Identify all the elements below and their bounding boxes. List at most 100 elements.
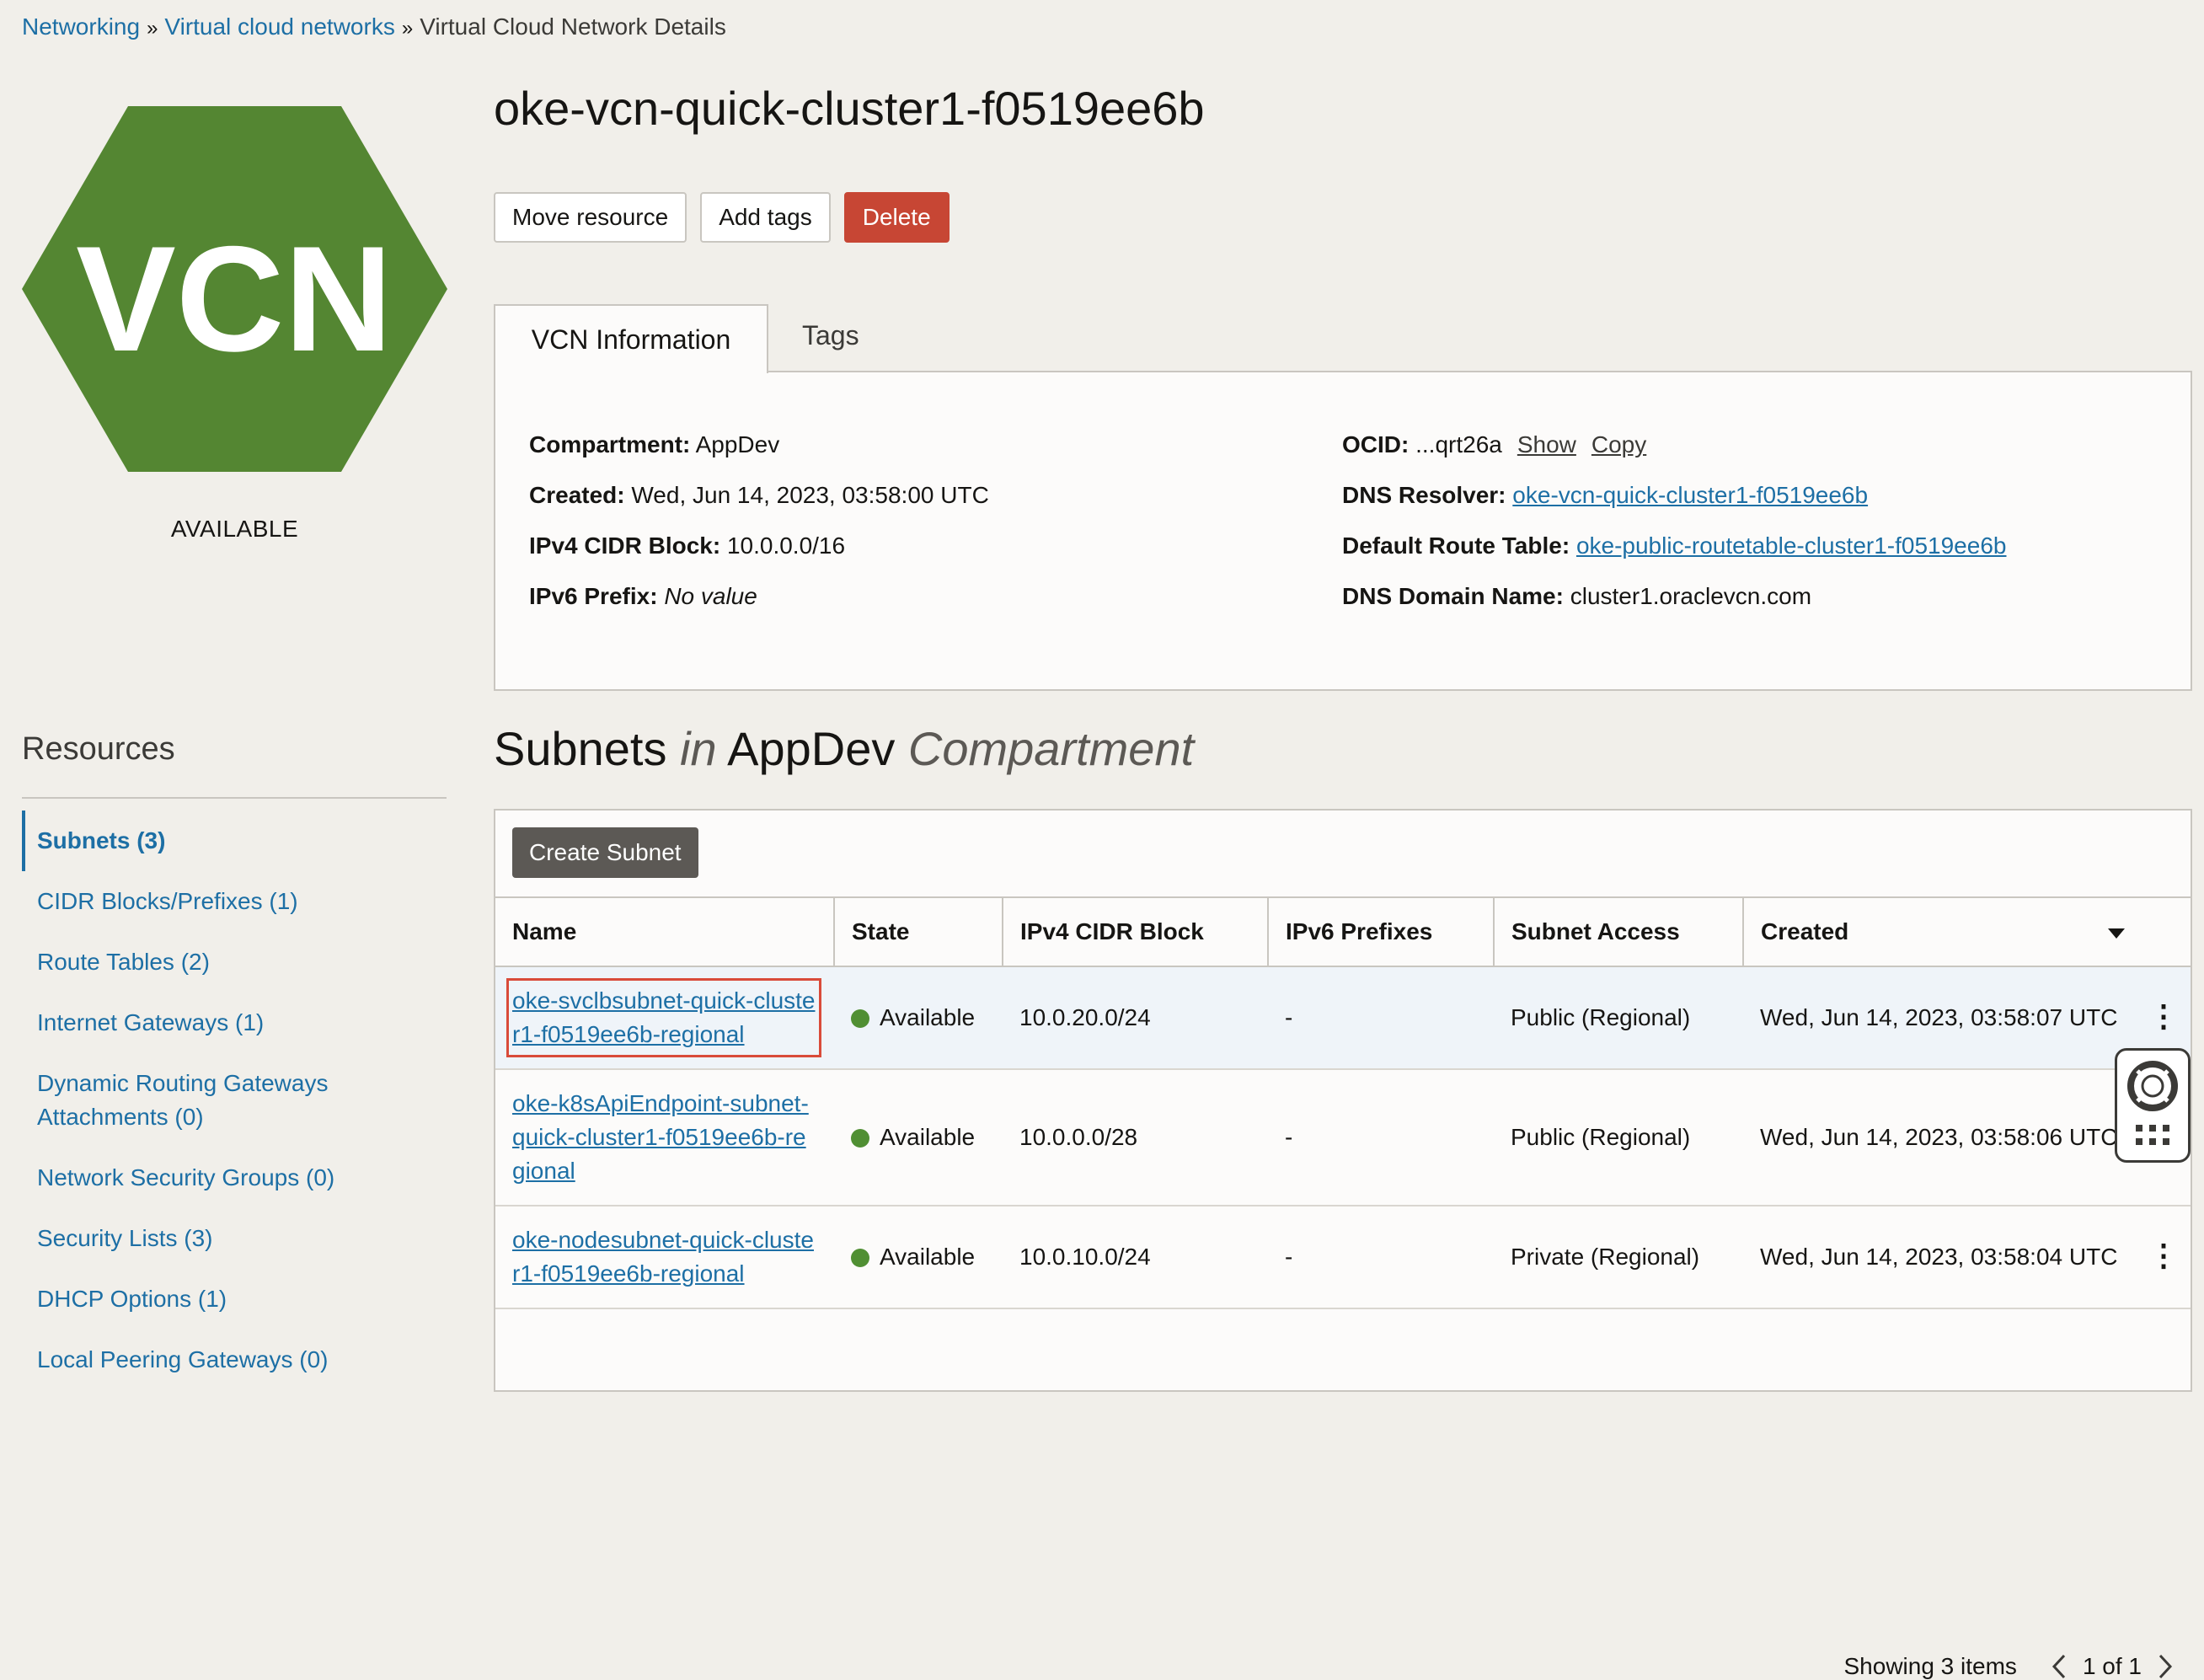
subnets-panel: Create Subnet Name State IPv4 CIDR Block… <box>494 809 2192 1679</box>
ipv6-label: IPv6 Prefix: <box>529 583 658 609</box>
breadcrumb-virtual-cloud-networks[interactable]: Virtual cloud networks <box>164 13 394 40</box>
ocid-value: ...qrt26a <box>1415 431 1502 457</box>
route-table-label: Default Route Table: <box>1342 532 1570 559</box>
resources-nav: Subnets (3) CIDR Blocks/Prefixes (1) Rou… <box>22 811 447 1404</box>
subnet-ipv6: - <box>1268 1206 1494 1309</box>
chevron-right-icon[interactable] <box>2157 1653 2174 1680</box>
subnets-heading-in: in <box>680 722 717 775</box>
nav-item-route-tables[interactable]: Route Tables (2) <box>22 945 447 979</box>
chevron-left-icon[interactable] <box>2051 1653 2068 1680</box>
page-indicator: 1 of 1 <box>2082 1653 2142 1679</box>
subnet-name-link[interactable]: oke-k8sApiEndpoint-subnet-quick-cluster1… <box>512 1087 816 1188</box>
info-created: Created: Wed, Jun 14, 2023, 03:58:00 UTC <box>529 482 989 509</box>
sort-caret-icon[interactable] <box>2108 928 2125 939</box>
dns-resolver-link[interactable]: oke-vcn-quick-cluster1-f0519ee6b <box>1512 482 1868 508</box>
column-header-created[interactable]: Created <box>1743 896 2191 967</box>
status-dot-icon <box>851 1009 869 1028</box>
create-subnet-button[interactable]: Create Subnet <box>512 827 698 878</box>
nav-item-security-lists[interactable]: Security Lists (3) <box>22 1222 447 1255</box>
column-header-state[interactable]: State <box>834 896 1003 967</box>
subnet-state-label: Available <box>880 1244 976 1270</box>
ipv4-label: IPv4 CIDR Block: <box>529 532 721 559</box>
tab-tags[interactable]: Tags <box>802 320 859 351</box>
subnet-state: Available <box>834 966 1003 1070</box>
nav-item-subnets[interactable]: Subnets (3) <box>22 811 447 871</box>
subnet-state: Available <box>834 1206 1003 1309</box>
column-header-created-label: Created <box>1761 918 1849 944</box>
kebab-menu-icon[interactable]: ⋮ <box>2148 1001 2179 1031</box>
move-resource-button[interactable]: Move resource <box>494 192 687 243</box>
items-count: Showing 3 items <box>1843 1653 2017 1679</box>
subnet-created-cell: Wed, Jun 14, 2023, 03:58:04 UTC ⋮ <box>1743 1206 2191 1309</box>
vcn-hexagon-label: VCN <box>76 215 393 383</box>
subnet-ipv4: 10.0.10.0/24 <box>1003 1206 1268 1309</box>
subnet-state-label: Available <box>880 1004 976 1030</box>
info-default-route-table: Default Route Table: oke-public-routetab… <box>1342 532 2006 559</box>
ipv4-value: 10.0.0.0/16 <box>726 532 846 559</box>
subnet-access: Public (Regional) <box>1494 1069 1743 1206</box>
tab-vcn-information[interactable]: VCN Information <box>494 304 768 373</box>
subnet-created: Wed, Jun 14, 2023, 03:58:06 UTC <box>1760 1124 2118 1150</box>
breadcrumb-separator: » <box>147 17 158 40</box>
breadcrumb: Networking » Virtual cloud networks » Virtua… <box>22 12 726 44</box>
lifebuoy-icon[interactable] <box>2117 1051 2188 1160</box>
breadcrumb-networking[interactable]: Networking <box>22 13 140 40</box>
column-header-ipv4[interactable]: IPv4 CIDR Block <box>1003 896 1269 967</box>
subnets-heading-main: Subnets <box>494 722 667 775</box>
subnet-state: Available <box>834 1069 1003 1206</box>
breadcrumb-current: Virtual Cloud Network Details <box>420 13 726 40</box>
subnets-heading: Subnets in AppDev Compartment <box>494 721 1194 776</box>
column-header-name[interactable]: Name <box>495 896 835 967</box>
column-header-access[interactable]: Subnet Access <box>1494 896 1744 967</box>
dns-domain-value: cluster1.oraclevcn.com <box>1570 583 1812 609</box>
nav-item-local-peering-gateways[interactable]: Local Peering Gateways (0) <box>22 1343 447 1377</box>
nav-item-cidr-blocks[interactable]: CIDR Blocks/Prefixes (1) <box>22 885 447 918</box>
created-value: Wed, Jun 14, 2023, 03:58:00 UTC <box>631 482 989 508</box>
compartment-label: Compartment: <box>529 431 691 457</box>
nav-item-internet-gateways[interactable]: Internet Gateways (1) <box>22 1006 447 1040</box>
table-footer: Showing 3 items 1 of 1 <box>1844 1653 2175 1680</box>
subnet-state-label: Available <box>880 1124 976 1150</box>
status-dot-icon <box>851 1249 869 1267</box>
subnet-ipv6: - <box>1268 1069 1494 1206</box>
subnet-created: Wed, Jun 14, 2023, 03:58:04 UTC <box>1760 1244 2118 1270</box>
dns-domain-label: DNS Domain Name: <box>1342 583 1564 609</box>
subnet-name-link[interactable]: oke-nodesubnet-quick-cluster1-f0519ee6b-… <box>512 1223 816 1291</box>
delete-button[interactable]: Delete <box>843 192 950 243</box>
subnet-ipv4: 10.0.0.0/28 <box>1003 1069 1268 1206</box>
vcn-hexagon-icon: VCN <box>22 106 447 472</box>
nav-item-network-security-groups[interactable]: Network Security Groups (0) <box>22 1161 447 1195</box>
status-dot-icon <box>851 1129 869 1148</box>
vcn-info-panel: Compartment: AppDev Created: Wed, Jun 14… <box>494 371 2192 691</box>
kebab-menu-icon[interactable]: ⋮ <box>2148 1240 2179 1271</box>
subnet-name-link[interactable]: oke-svclbsubnet-quick-cluster1-f0519ee6b… <box>506 978 821 1057</box>
resources-divider <box>22 797 447 799</box>
add-tags-button[interactable]: Add tags <box>700 192 831 243</box>
resource-status: AVAILABLE <box>170 516 299 542</box>
subnet-created: Wed, Jun 14, 2023, 03:58:07 UTC <box>1760 1004 2118 1030</box>
page-title: oke-vcn-quick-cluster1-f0519ee6b <box>494 82 1205 135</box>
nav-item-drg-attachments[interactable]: Dynamic Routing Gateways Attachments (0) <box>22 1067 374 1134</box>
ipv6-value: No value <box>664 583 757 609</box>
info-compartment: Compartment: AppDev <box>529 431 779 458</box>
info-ocid: OCID: ...qrt26a Show Copy <box>1342 431 1646 458</box>
subnet-access: Public (Regional) <box>1494 966 1743 1070</box>
info-ipv4-cidr: IPv4 CIDR Block: 10.0.0.0/16 <box>529 532 845 559</box>
grid-icon[interactable] <box>2136 1125 2169 1145</box>
table-row: oke-k8sApiEndpoint-subnet-quick-cluster1… <box>495 1069 2191 1206</box>
subnet-ipv4: 10.0.20.0/24 <box>1003 966 1268 1070</box>
resources-heading: Resources <box>22 731 175 767</box>
help-widget[interactable] <box>2115 1048 2191 1163</box>
ocid-show-link[interactable]: Show <box>1517 431 1576 457</box>
ocid-copy-link[interactable]: Copy <box>1591 431 1646 457</box>
route-table-link[interactable]: oke-public-routetable-cluster1-f0519ee6b <box>1576 532 2007 559</box>
column-header-ipv6[interactable]: IPv6 Prefixes <box>1268 896 1495 967</box>
dns-resolver-label: DNS Resolver: <box>1342 482 1506 508</box>
compartment-value: AppDev <box>695 431 780 457</box>
table-row: oke-nodesubnet-quick-cluster1-f0519ee6b-… <box>495 1206 2191 1309</box>
subnet-access: Private (Regional) <box>1494 1206 1743 1309</box>
subnets-heading-compartment: AppDev <box>727 722 896 775</box>
info-dns-domain: DNS Domain Name: cluster1.oraclevcn.com <box>1342 583 1811 610</box>
nav-item-dhcp-options[interactable]: DHCP Options (1) <box>22 1282 447 1316</box>
action-bar: Move resource Add tags Delete <box>494 192 950 243</box>
